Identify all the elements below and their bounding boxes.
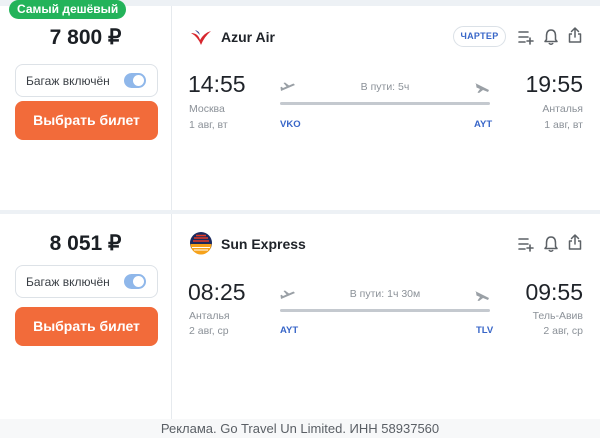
card-divider	[171, 214, 172, 419]
arrival-airport-code: AYT	[474, 119, 493, 130]
cheapest-badge: Самый дешёвый	[9, 0, 127, 19]
arrival-airport-code: TLV	[476, 325, 494, 336]
departure-airport-code: VKO	[280, 119, 301, 130]
ad-disclaimer: Реклама. Go Travel Un Limited. ИНН 58937…	[0, 419, 600, 438]
departure-time: 14:55	[188, 71, 246, 97]
arrival-date: 2 авг, ср	[543, 325, 583, 337]
departure-date: 1 авг, вт	[189, 119, 228, 131]
departure-date: 2 авг, ср	[189, 325, 229, 337]
flight-duration: В пути: 5ч	[360, 81, 410, 93]
toggle-knob	[133, 276, 144, 287]
arrival-city: Тель-Авив	[532, 310, 583, 322]
airline-name: Azur Air	[221, 29, 275, 45]
card-divider	[171, 6, 172, 210]
bell-icon[interactable]	[542, 28, 560, 46]
baggage-option[interactable]: Багаж включён	[15, 265, 158, 298]
departure-city: Анталья	[189, 310, 230, 322]
baggage-option[interactable]: Багаж включён	[15, 64, 158, 97]
arrival-time: 09:55	[525, 279, 583, 305]
toggle-knob	[133, 75, 144, 86]
departure-city: Москва	[189, 103, 225, 115]
azur-air-logo	[191, 30, 211, 45]
landing-plane-icon	[475, 83, 489, 93]
landing-plane-icon	[475, 291, 489, 301]
arrival-time: 19:55	[525, 71, 583, 97]
ticket-card: Самый дешёвый 7 800 ₽ Багаж включён Выбр…	[0, 0, 600, 210]
departure-time: 08:25	[188, 279, 246, 305]
charter-badge: ЧАРТЕР	[453, 26, 506, 47]
share-icon[interactable]	[566, 233, 584, 251]
ticket-card: 8 051 ₽ Багаж включён Выбрать билет Sun …	[0, 214, 600, 419]
baggage-toggle[interactable]	[124, 274, 146, 289]
share-icon[interactable]	[566, 26, 584, 44]
select-ticket-button[interactable]: Выбрать билет	[15, 307, 158, 346]
ticket-price: 7 800 ₽	[49, 26, 122, 49]
route-line	[280, 102, 490, 105]
sun-express-logo	[190, 232, 212, 255]
flight-duration: В пути: 1ч 30м	[349, 288, 421, 300]
airline-name: Sun Express	[221, 236, 306, 252]
add-to-list-icon[interactable]	[517, 28, 535, 46]
select-ticket-button[interactable]: Выбрать билет	[15, 101, 158, 140]
route-line	[280, 309, 490, 312]
ticket-price-panel: 8 051 ₽ Багаж включён Выбрать билет	[0, 214, 171, 419]
ticket-price-panel: Самый дешёвый 7 800 ₽ Багаж включён Выбр…	[0, 0, 171, 210]
baggage-label: Багаж включён	[26, 74, 110, 88]
departure-airport-code: AYT	[280, 325, 299, 336]
arrival-city: Анталья	[542, 103, 583, 115]
add-to-list-icon[interactable]	[517, 235, 535, 253]
arrival-date: 1 авг, вт	[544, 119, 583, 131]
baggage-toggle[interactable]	[124, 73, 146, 88]
baggage-label: Багаж включён	[26, 275, 110, 289]
bell-icon[interactable]	[542, 235, 560, 253]
ticket-price: 8 051 ₽	[49, 232, 122, 255]
